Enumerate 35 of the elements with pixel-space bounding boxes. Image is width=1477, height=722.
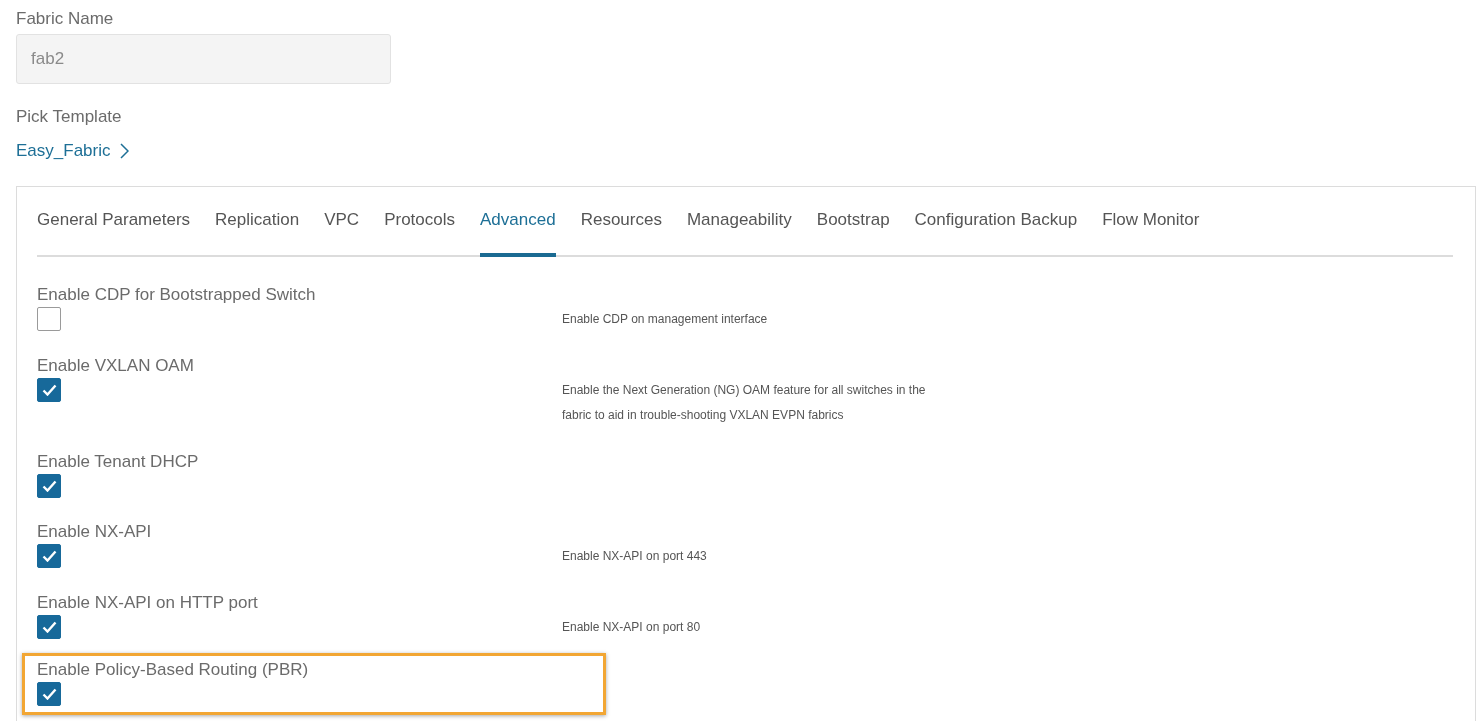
checkbox[interactable] — [37, 378, 61, 402]
tab[interactable]: Manageability — [686, 187, 792, 257]
setting-description: Enable CDP on management interface — [562, 311, 768, 328]
checkbox[interactable] — [37, 615, 61, 639]
tab[interactable]: Bootstrap — [816, 187, 890, 257]
tab[interactable]: Advanced — [480, 187, 556, 257]
setting-label: Enable CDP for Bootstrapped Switch — [37, 284, 317, 306]
tab[interactable]: General Parameters — [37, 187, 191, 257]
checkbox[interactable] — [37, 474, 61, 498]
chevron-right-icon — [120, 143, 130, 159]
checkmark-icon — [41, 384, 57, 396]
field-label: Pick Template — [16, 106, 123, 128]
template-link[interactable]: Easy_Fabric — [16, 141, 130, 161]
field-label: Fabric Name — [16, 8, 115, 30]
checkmark-icon — [41, 621, 57, 633]
checkmark-icon — [41, 550, 57, 562]
tab[interactable]: Flow Monitor — [1102, 187, 1200, 257]
setting-description: Enable NX-API on port 443 — [562, 548, 707, 565]
setting-label: Enable VXLAN OAM — [37, 355, 195, 377]
checkbox[interactable] — [37, 307, 61, 331]
setting-label: Enable NX-API on HTTP port — [37, 592, 259, 614]
setting-label: Enable NX-API — [37, 521, 153, 543]
checkbox[interactable] — [37, 544, 61, 568]
tab[interactable]: Configuration Backup — [914, 187, 1078, 257]
tab[interactable]: Protocols — [384, 187, 456, 257]
setting-label: Enable Tenant DHCP — [37, 451, 200, 473]
checkbox[interactable] — [37, 682, 61, 706]
tab[interactable]: VPC — [324, 187, 360, 257]
tab[interactable]: Resources — [580, 187, 662, 257]
tab[interactable]: Replication — [215, 187, 300, 257]
setting-label: Enable Policy-Based Routing (PBR) — [37, 659, 310, 681]
setting-description: Enable the Next Generation (NG) OAM feature for all switches in the fabric to aid in trouble-shooting VXLAN EVPN fabrics — [562, 382, 927, 424]
checkmark-icon — [41, 480, 57, 492]
setting-description: Enable NX-API on port 80 — [562, 619, 701, 636]
checkmark-icon — [41, 688, 57, 700]
